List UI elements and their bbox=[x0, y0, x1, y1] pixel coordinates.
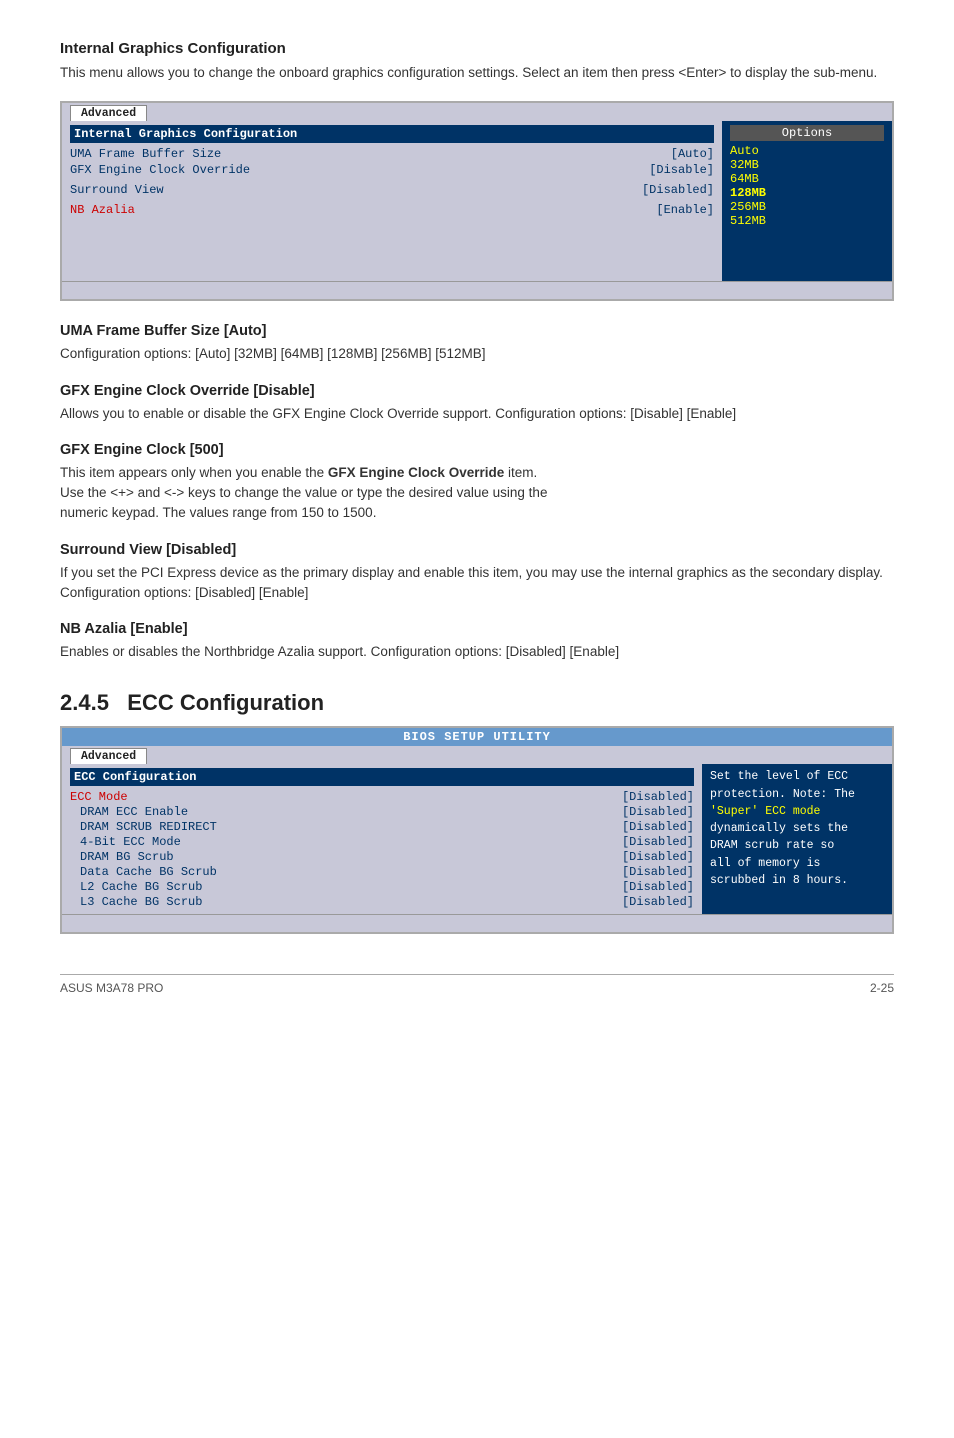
ecc-value-scrub-redirect: [Disabled] bbox=[622, 820, 694, 834]
ecc-label-dram-ecc: DRAM ECC Enable bbox=[70, 805, 188, 819]
bios-option-512mb[interactable]: 512MB bbox=[730, 214, 884, 228]
section-body-internal-graphics: This menu allows you to change the onboa… bbox=[60, 63, 894, 83]
bios-value-surround: [Disabled] bbox=[642, 183, 714, 197]
ecc-row-l2[interactable]: L2 Cache BG Scrub [Disabled] bbox=[70, 880, 694, 894]
bios-sidebar-ecc: Set the level of ECC protection. Note: T… bbox=[702, 764, 892, 914]
bios-row-surround[interactable]: Surround View [Disabled] bbox=[70, 183, 714, 197]
bios-sidebar-options: Options Auto 32MB 64MB 128MB 256MB 512MB bbox=[722, 121, 892, 281]
bios-value-gfx: [Disable] bbox=[649, 163, 714, 177]
ecc-label-data-cache: Data Cache BG Scrub bbox=[70, 865, 217, 879]
ecc-value-dram-bg: [Disabled] bbox=[622, 850, 694, 864]
bios-row-nbazalia[interactable]: NB Azalia [Enable] bbox=[70, 203, 714, 217]
subsection-title-uma: UMA Frame Buffer Size [Auto] bbox=[60, 323, 894, 339]
subsection-body-gfx-clock: This item appears only when you enable t… bbox=[60, 463, 894, 524]
bios-value-uma: [Auto] bbox=[671, 147, 714, 161]
page-footer: ASUS M3A78 PRO 2-25 bbox=[60, 981, 894, 995]
ecc-value-l2: [Disabled] bbox=[622, 880, 694, 894]
ecc-row-scrub-redirect[interactable]: DRAM SCRUB REDIRECT [Disabled] bbox=[70, 820, 694, 834]
subsection-nbazalia: NB Azalia [Enable] Enables or disables t… bbox=[60, 621, 894, 662]
bios-option-32mb[interactable]: 32MB bbox=[730, 158, 884, 172]
subsection-surround: Surround View [Disabled] If you set the … bbox=[60, 542, 894, 604]
subsection-body-gfx-override: Allows you to enable or disable the GFX … bbox=[60, 404, 894, 424]
bios-row-uma[interactable]: UMA Frame Buffer Size [Auto] bbox=[70, 147, 714, 161]
subsection-body-surround: If you set the PCI Express device as the… bbox=[60, 563, 894, 604]
ecc-value-4bit: [Disabled] bbox=[622, 835, 694, 849]
ecc-label-mode: ECC Mode bbox=[70, 790, 128, 804]
ecc-value-mode: [Disabled] bbox=[622, 790, 694, 804]
bios-content-1: Internal Graphics Configuration UMA Fram… bbox=[62, 121, 892, 281]
subsection-body-nbazalia: Enables or disables the Northbridge Azal… bbox=[60, 642, 894, 662]
bios-tab-advanced-2[interactable]: Advanced bbox=[70, 748, 147, 764]
ecc-sidebar-line4: dynamically sets the bbox=[710, 822, 848, 835]
subsection-title-nbazalia: NB Azalia [Enable] bbox=[60, 621, 894, 637]
chapter-number: 2.4.5 bbox=[60, 690, 109, 715]
ecc-row-4bit[interactable]: 4-Bit ECC Mode [Disabled] bbox=[70, 835, 694, 849]
bios-main-1: Internal Graphics Configuration UMA Fram… bbox=[62, 121, 722, 281]
bios-label-uma: UMA Frame Buffer Size bbox=[70, 147, 221, 161]
ecc-sidebar-line1: Set the level of ECC bbox=[710, 770, 848, 783]
ecc-label-dram-bg: DRAM BG Scrub bbox=[70, 850, 174, 864]
subsection-gfx-clock: GFX Engine Clock [500] This item appears… bbox=[60, 442, 894, 524]
bios-sidebar-ecc-text: Set the level of ECC protection. Note: T… bbox=[710, 768, 884, 889]
subsection-uma: UMA Frame Buffer Size [Auto] Configurati… bbox=[60, 323, 894, 364]
bios-tab-row: Advanced bbox=[62, 103, 892, 121]
ecc-value-dram-ecc: [Disabled] bbox=[622, 805, 694, 819]
ecc-row-mode[interactable]: ECC Mode [Disabled] bbox=[70, 790, 694, 804]
bios-screen-2: BIOS SETUP UTILITY Advanced ECC Configur… bbox=[60, 726, 894, 934]
bios-value-nbazalia: [Enable] bbox=[656, 203, 714, 217]
subsection-title-surround: Surround View [Disabled] bbox=[60, 542, 894, 558]
ecc-sidebar-line3: 'Super' ECC mode bbox=[710, 805, 820, 818]
ecc-label-l2: L2 Cache BG Scrub bbox=[70, 880, 202, 894]
bios-option-64mb[interactable]: 64MB bbox=[730, 172, 884, 186]
bios-bottom-wave-1 bbox=[62, 281, 892, 299]
ecc-label-scrub-redirect: DRAM SCRUB REDIRECT bbox=[70, 820, 217, 834]
ecc-row-l3[interactable]: L3 Cache BG Scrub [Disabled] bbox=[70, 895, 694, 909]
chapter-name: ECC Configuration bbox=[127, 690, 324, 715]
subsection-body-uma: Configuration options: [Auto] [32MB] [64… bbox=[60, 344, 894, 364]
ecc-value-l3: [Disabled] bbox=[622, 895, 694, 909]
bios-row-gfx[interactable]: GFX Engine Clock Override [Disable] bbox=[70, 163, 714, 177]
ecc-row-dram-ecc[interactable]: DRAM ECC Enable [Disabled] bbox=[70, 805, 694, 819]
bios-screen-1: Advanced Internal Graphics Configuration… bbox=[60, 101, 894, 301]
bold-gfx-clock: GFX Engine Clock Override bbox=[328, 465, 504, 480]
footer-left: ASUS M3A78 PRO bbox=[60, 981, 163, 995]
ecc-row-data-cache[interactable]: Data Cache BG Scrub [Disabled] bbox=[70, 865, 694, 879]
bios-tab-advanced[interactable]: Advanced bbox=[70, 105, 147, 121]
bios-tab-row-2: Advanced bbox=[62, 746, 892, 764]
section-title-internal-graphics: Internal Graphics Configuration bbox=[60, 40, 894, 57]
internal-graphics-section: Internal Graphics Configuration This men… bbox=[60, 40, 894, 662]
bios-bottom-wave-2 bbox=[62, 914, 892, 932]
bios-option-128mb[interactable]: 128MB bbox=[730, 186, 884, 200]
bios-label-nbazalia: NB Azalia bbox=[70, 203, 135, 217]
subsection-title-gfx-clock: GFX Engine Clock [500] bbox=[60, 442, 894, 458]
bios-main-2: ECC Configuration ECC Mode [Disabled] DR… bbox=[62, 764, 702, 914]
bios-option-auto[interactable]: Auto bbox=[730, 144, 884, 158]
ecc-value-data-cache: [Disabled] bbox=[622, 865, 694, 879]
bios-option-256mb[interactable]: 256MB bbox=[730, 200, 884, 214]
ecc-label-l3: L3 Cache BG Scrub bbox=[70, 895, 202, 909]
ecc-sidebar-line6: all of memory is bbox=[710, 857, 820, 870]
footer-right: 2-25 bbox=[870, 981, 894, 995]
ecc-sidebar-line2: protection. Note: The bbox=[710, 788, 855, 801]
footer-divider bbox=[60, 974, 894, 975]
subsection-gfx-override: GFX Engine Clock Override [Disable] Allo… bbox=[60, 383, 894, 424]
bios-header-2: BIOS SETUP UTILITY bbox=[62, 728, 892, 746]
bios-label-gfx: GFX Engine Clock Override bbox=[70, 163, 250, 177]
bios-ecc-section-header: ECC Configuration bbox=[70, 768, 694, 786]
chapter-title-ecc: 2.4.5 ECC Configuration bbox=[60, 690, 894, 716]
bios-content-2: ECC Configuration ECC Mode [Disabled] DR… bbox=[62, 764, 892, 914]
bios-label-surround: Surround View bbox=[70, 183, 164, 197]
chapter-ecc: 2.4.5 ECC Configuration BIOS SETUP UTILI… bbox=[60, 690, 894, 934]
bios-section-header-1: Internal Graphics Configuration bbox=[70, 125, 714, 143]
ecc-sidebar-line7: scrubbed in 8 hours. bbox=[710, 874, 848, 887]
ecc-label-4bit: 4-Bit ECC Mode bbox=[70, 835, 181, 849]
bios-sidebar-title: Options bbox=[730, 125, 884, 141]
ecc-row-dram-bg[interactable]: DRAM BG Scrub [Disabled] bbox=[70, 850, 694, 864]
subsection-title-gfx-override: GFX Engine Clock Override [Disable] bbox=[60, 383, 894, 399]
ecc-sidebar-line5: DRAM scrub rate so bbox=[710, 839, 834, 852]
